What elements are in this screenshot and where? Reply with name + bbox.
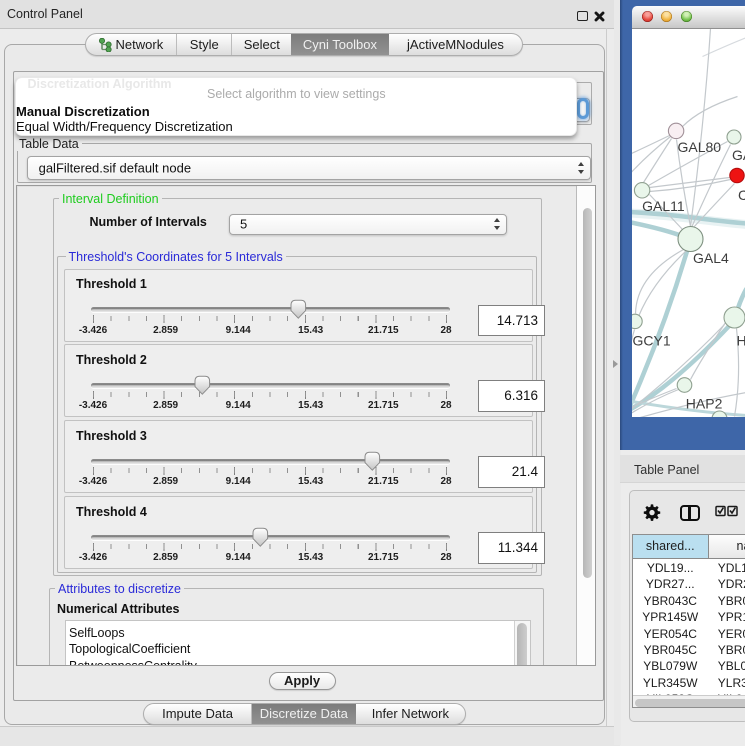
svg-text:H: H (736, 332, 745, 348)
svg-text:GAL80: GAL80 (677, 139, 721, 155)
svg-text:GA: GA (732, 147, 745, 163)
svg-text:GCY1: GCY1 (632, 332, 670, 348)
svg-text:GAL4: GAL4 (693, 250, 729, 266)
svg-text:HAP2: HAP2 (685, 395, 722, 411)
svg-text:C: C (738, 187, 745, 203)
svg-text:GAL11: GAL11 (642, 198, 685, 214)
